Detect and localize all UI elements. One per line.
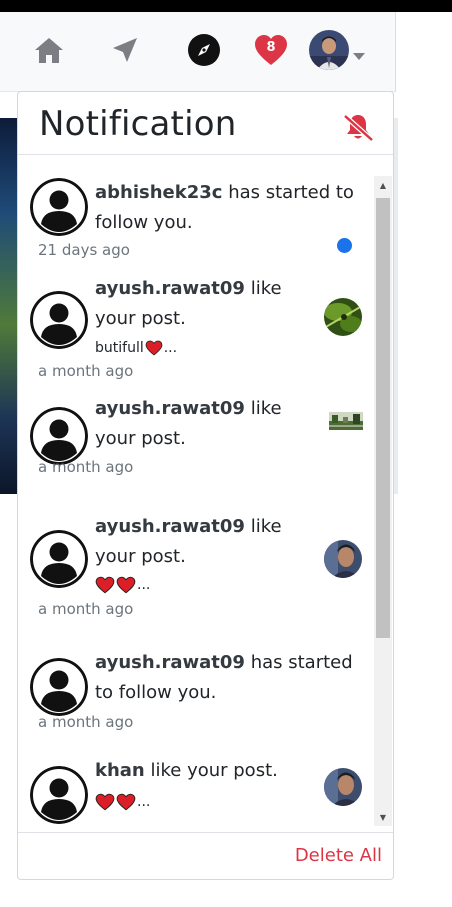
- timestamp: a month ago: [38, 600, 134, 618]
- username[interactable]: ayush.rawat09: [95, 652, 245, 673]
- list-item[interactable]: ayush.rawat09 like your post. a month ag…: [18, 390, 374, 498]
- list-item[interactable]: ayush.rawat09 has started to follow you.…: [18, 634, 374, 740]
- post-thumbnail[interactable]: [324, 298, 362, 336]
- timestamp: a month ago: [38, 713, 134, 731]
- heart-emoji-icon: [145, 340, 163, 356]
- username[interactable]: ayush.rawat09: [95, 516, 245, 537]
- user-avatar-icon: [30, 658, 88, 716]
- caption-ellipsis: ...: [163, 340, 178, 356]
- username[interactable]: khan: [95, 760, 145, 781]
- unread-dot: [337, 238, 352, 253]
- scroll-up-arrow-icon[interactable]: ▲: [374, 176, 392, 194]
- notification-panel: Notification abhishek23c has started to …: [17, 91, 394, 880]
- panel-footer: Delete All: [18, 832, 393, 879]
- heart-emoji-icon: [95, 576, 115, 594]
- list-item[interactable]: ayush.rawat09 like your post. ... a mont…: [18, 498, 374, 634]
- scrollbar[interactable]: ▲ ▼: [374, 176, 392, 826]
- navbar: 8: [0, 12, 396, 92]
- notification-text: abhishek23c has started to follow you.: [95, 178, 365, 238]
- delete-all-button[interactable]: Delete All: [295, 845, 382, 866]
- scroll-down-arrow-icon[interactable]: ▼: [374, 808, 392, 826]
- caption-text: butifull: [95, 340, 144, 356]
- notification-text: ayush.rawat09 like your post.: [95, 394, 320, 454]
- timestamp: 21 days ago: [38, 241, 130, 259]
- user-avatar-icon: [30, 530, 88, 588]
- post-caption: ...: [95, 576, 150, 594]
- notification-text: khan like your post.: [95, 756, 320, 786]
- notification-badge: 8: [266, 40, 276, 55]
- list-item[interactable]: khan like your post. ...: [18, 740, 374, 832]
- compass-icon[interactable]: [186, 32, 222, 68]
- timestamp: a month ago: [38, 458, 134, 476]
- notification-text: ayush.rawat09 like your post.: [95, 512, 320, 572]
- background-strip: [394, 118, 398, 494]
- post-caption: ...: [95, 793, 150, 811]
- post-thumbnail[interactable]: [324, 540, 362, 578]
- username[interactable]: abhishek23c: [95, 182, 222, 203]
- heart-icon[interactable]: 8: [253, 32, 289, 68]
- send-icon[interactable]: [107, 32, 143, 68]
- timestamp: a month ago: [38, 362, 134, 380]
- user-avatar-icon: [30, 291, 88, 349]
- scrollbar-thumb[interactable]: [376, 198, 390, 638]
- notification-list: abhishek23c has started to follow you. 2…: [18, 156, 374, 832]
- bell-slash-icon[interactable]: [341, 112, 375, 142]
- notification-action: like your post.: [150, 760, 278, 781]
- post-thumbnail[interactable]: [329, 412, 363, 430]
- list-item[interactable]: ayush.rawat09 like your post. butifull .…: [18, 266, 374, 390]
- panel-header: Notification: [18, 92, 393, 155]
- panel-title: Notification: [39, 104, 237, 144]
- caption-ellipsis: ...: [137, 794, 151, 810]
- browser-top-bar: [0, 0, 452, 12]
- user-avatar-icon: [30, 407, 88, 465]
- username[interactable]: ayush.rawat09: [95, 278, 245, 299]
- caption-ellipsis: ...: [137, 577, 151, 593]
- notification-text: ayush.rawat09 has started to follow you.: [95, 648, 365, 708]
- heart-emoji-icon: [116, 576, 136, 594]
- avatar[interactable]: [309, 30, 349, 70]
- list-item[interactable]: abhishek23c has started to follow you. 2…: [18, 156, 374, 266]
- home-icon[interactable]: [31, 32, 67, 68]
- user-avatar-icon: [30, 178, 88, 236]
- post-caption: butifull ...: [95, 340, 177, 356]
- heart-emoji-icon: [116, 793, 136, 811]
- username[interactable]: ayush.rawat09: [95, 398, 245, 419]
- user-avatar-icon: [30, 766, 88, 824]
- post-thumbnail[interactable]: [324, 768, 362, 806]
- caret-down-icon[interactable]: [353, 46, 365, 65]
- heart-emoji-icon: [95, 793, 115, 811]
- notification-text: ayush.rawat09 like your post.: [95, 274, 320, 334]
